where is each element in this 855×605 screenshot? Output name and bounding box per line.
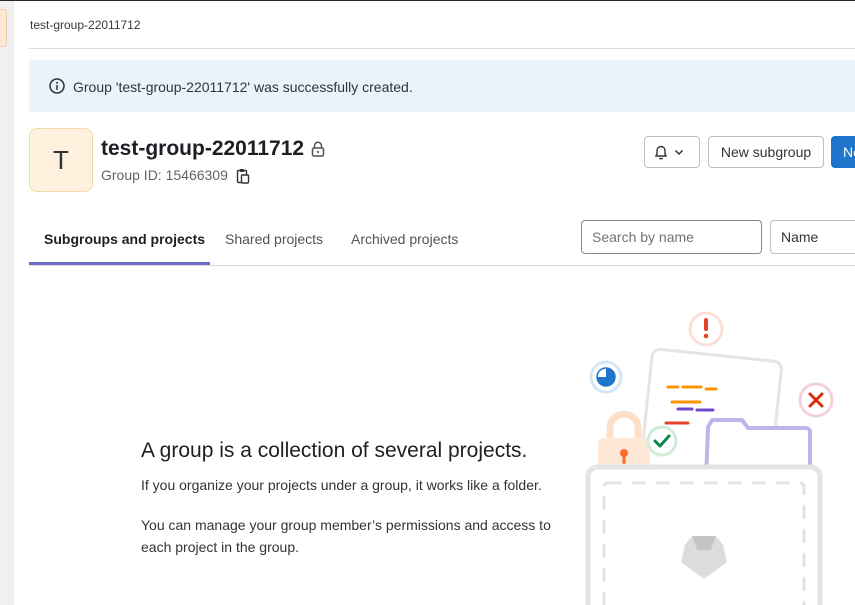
bell-icon [655,145,667,160]
breadcrumb-divider [29,48,855,49]
sidebar-collapsed [0,1,14,605]
window-top-border [0,0,855,1]
tab-shared-projects[interactable]: Shared projects [225,231,323,247]
group-avatar: T [29,128,93,192]
copy-to-clipboard-icon[interactable] [236,168,250,184]
new-subgroup-button[interactable]: New subgroup [708,136,824,168]
tab-subgroups-and-projects[interactable]: Subgroups and projects [44,231,205,247]
lock-icon [311,141,325,157]
empty-state-title: A group is a collection of several proje… [141,439,528,462]
tab-archived-projects[interactable]: Archived projects [351,231,458,247]
empty-state-description: If you organize your projects under a gr… [141,477,542,493]
sort-dropdown[interactable]: Name [770,220,855,254]
empty-state-permissions-text: You can manage your group member’s permi… [141,517,551,555]
tabs-divider [29,265,855,266]
group-title[interactable]: test-group-22011712 [101,137,304,161]
new-project-button[interactable]: Ne [831,136,855,168]
notification-settings-button[interactable] [644,136,700,168]
success-alert: Group 'test-group-22011712' was successf… [29,60,855,112]
group-id: Group ID: 15466309 [101,167,228,183]
chevron-down-icon [674,149,684,156]
breadcrumb[interactable]: test-group-22011712 [30,18,141,32]
sidebar-active-item[interactable] [0,9,7,47]
info-icon [49,78,65,94]
alert-message: Group 'test-group-22011712' was successf… [73,79,413,95]
empty-state-illustration [585,311,834,605]
search-input[interactable] [581,220,762,254]
